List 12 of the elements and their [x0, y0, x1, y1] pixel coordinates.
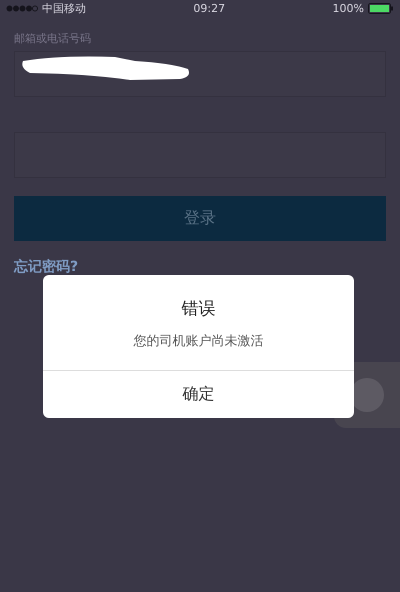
battery-icon [368, 2, 394, 14]
battery-percent: 100% [332, 2, 364, 14]
account-label: 邮箱或电话号码 [14, 31, 92, 46]
carrier-name: 中国移动 [42, 0, 86, 16]
account-field[interactable] [14, 51, 386, 97]
forgot-password-link[interactable]: 忘记密码? [14, 258, 78, 276]
signal-icon [6, 4, 38, 12]
login-button[interactable]: 登录 [14, 196, 386, 241]
dialog-title: 错误 [182, 298, 216, 320]
confirm-button[interactable]: 确定 [43, 371, 354, 418]
dialog-message: 您的司机账户尚未激活 [134, 333, 264, 350]
status-time: 09:27 [193, 2, 226, 14]
